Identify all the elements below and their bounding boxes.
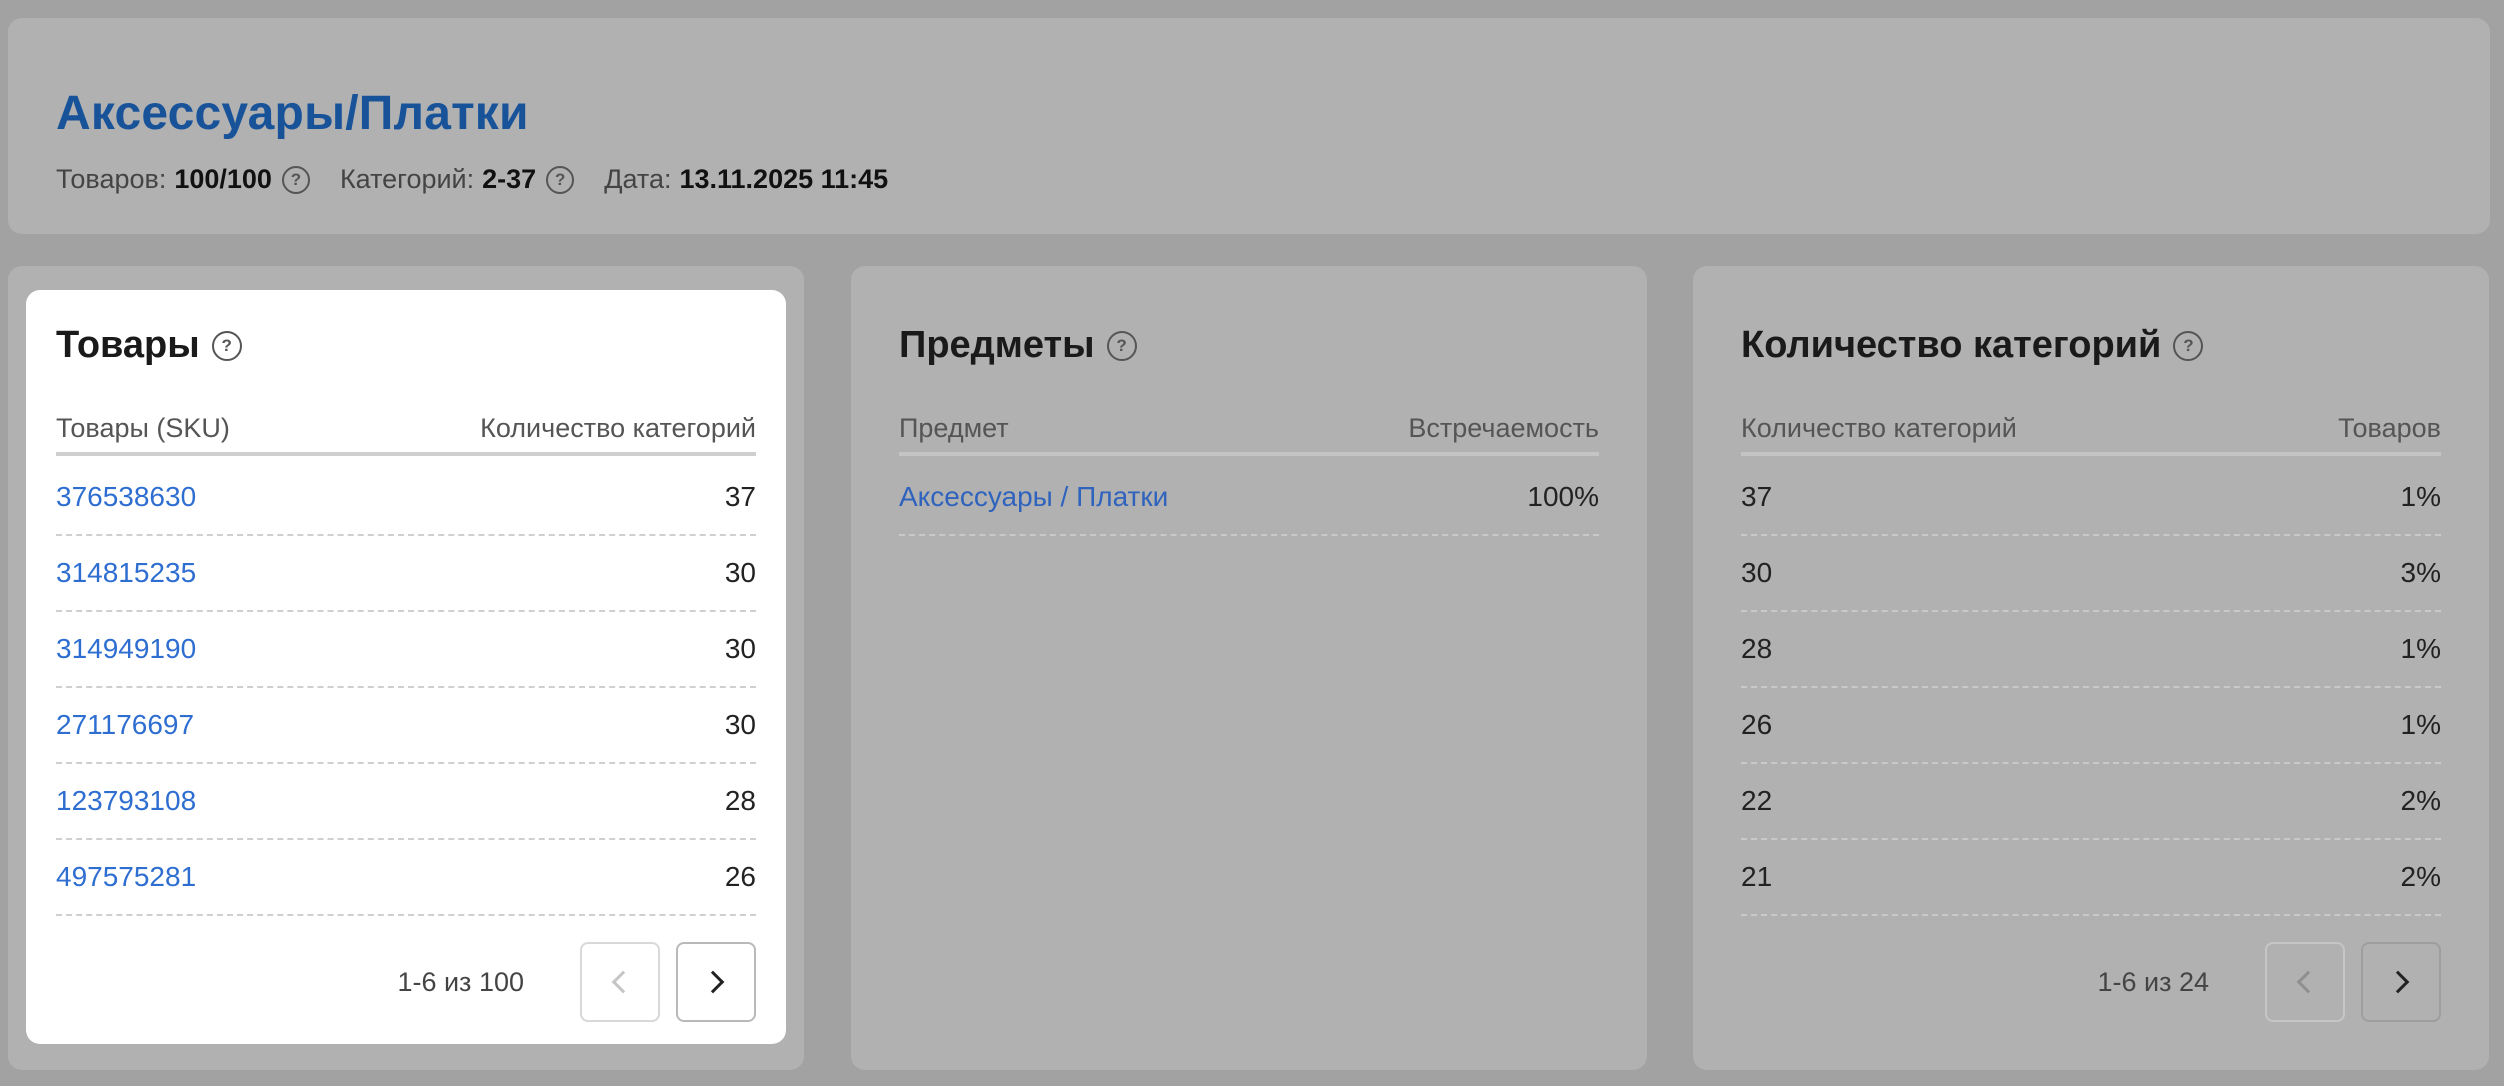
products-title-text: Товары: [56, 324, 200, 366]
column-header-sku: Товары (SKU): [56, 412, 230, 443]
help-icon[interactable]: ?: [281, 165, 310, 194]
table-row: 26 1%: [1741, 688, 2441, 764]
page: Аксессуары/Платки Товаров: 100/100 ? Кат…: [0, 0, 2504, 1086]
products-share-cell: 2%: [2400, 785, 2441, 816]
sku-link[interactable]: 314949190: [56, 633, 196, 665]
table-row: 22 2%: [1741, 764, 2441, 840]
chevron-left-icon: [611, 970, 635, 994]
table-row: 37 1%: [1741, 460, 2441, 536]
products-pagination: 1-6 из 100: [397, 942, 756, 1022]
subjects-table-header: Предмет Встречаемость: [899, 404, 1599, 456]
table-row: 314815235 30: [56, 536, 756, 612]
category-count-title-text: Количество категорий: [1741, 324, 2162, 366]
help-icon[interactable]: ?: [211, 330, 242, 361]
category-count-table-header: Количество категорий Товаров: [1741, 404, 2441, 456]
sku-link[interactable]: 376538630: [56, 481, 196, 513]
help-icon[interactable]: ?: [1106, 330, 1137, 361]
subjects-card: Предметы ? Предмет Встречаемость Аксессу…: [869, 290, 1629, 1044]
subjects-panel: Предметы ? Предмет Встречаемость Аксессу…: [851, 266, 1647, 1070]
category-count-card: Количество категорий ? Количество катего…: [1711, 290, 2471, 1044]
table-row: 28 1%: [1741, 612, 2441, 688]
category-count-cell: 22: [1741, 785, 1773, 816]
header-card: Аксессуары/Платки Товаров: 100/100 ? Кат…: [8, 18, 2490, 234]
sku-link[interactable]: 271176697: [56, 709, 194, 741]
prev-page-button[interactable]: [2265, 942, 2345, 1022]
meta-categories: Категорий: 2-37 ?: [339, 164, 575, 195]
meta-products: Товаров: 100/100 ?: [56, 164, 310, 195]
table-row: 21 2%: [1741, 840, 2441, 916]
category-count-cell: 26: [724, 861, 756, 892]
meta-bar: Товаров: 100/100 ? Категорий: 2-37 ? Дат…: [56, 164, 918, 195]
meta-date: Дата: 13.11.2025 11:45: [604, 164, 888, 195]
category-count-cell: 28: [1741, 633, 1773, 664]
products-table-header: Товары (SKU) Количество категорий: [56, 404, 756, 456]
category-count-cell: 30: [724, 633, 756, 664]
next-page-button[interactable]: [676, 942, 756, 1022]
column-header-subject: Предмет: [899, 412, 1009, 443]
category-count-pagination: 1-6 из 24: [2097, 942, 2441, 1022]
help-icon[interactable]: ?: [2173, 330, 2204, 361]
chevron-right-icon: [2386, 970, 2410, 994]
meta-products-value: 100/100: [174, 164, 272, 194]
column-header-category-count: Количество категорий: [480, 412, 756, 443]
products-card: Товары ? Товары (SKU) Количество категор…: [26, 290, 786, 1044]
subject-link[interactable]: Аксессуары / Платки: [899, 481, 1168, 513]
meta-categories-label: Категорий:: [339, 164, 475, 194]
subjects-table-body: Аксессуары / Платки 100%: [899, 460, 1599, 536]
category-count-table-body: 37 1% 30 3% 28 1% 26 1% 22 2% 21 2%: [1741, 460, 2441, 916]
meta-categories-value: 2-37: [482, 164, 537, 194]
products-share-cell: 1%: [2400, 481, 2441, 512]
pagination-range: 1-6 из 24: [2097, 966, 2209, 997]
category-count-cell: 28: [724, 785, 756, 816]
products-share-cell: 3%: [2400, 557, 2441, 588]
category-count-panel: Количество категорий ? Количество катего…: [1693, 266, 2489, 1070]
category-count-cell: 21: [1741, 861, 1773, 892]
products-share-cell: 2%: [2400, 861, 2441, 892]
category-count-cell: 37: [1741, 481, 1773, 512]
products-title: Товары ?: [56, 324, 242, 367]
table-row: 376538630 37: [56, 460, 756, 536]
subjects-title: Предметы ?: [899, 324, 1137, 367]
table-row: Аксессуары / Платки 100%: [899, 460, 1599, 536]
table-row: 314949190 30: [56, 612, 756, 688]
table-row: 123793108 28: [56, 764, 756, 840]
table-row: 497575281 26: [56, 840, 756, 916]
pagination-range: 1-6 из 100: [397, 966, 524, 997]
chevron-left-icon: [2296, 970, 2320, 994]
products-share-cell: 1%: [2400, 633, 2441, 664]
column-header-category-count: Количество категорий: [1741, 412, 2017, 443]
category-count-cell: 37: [724, 481, 756, 512]
sku-link[interactable]: 497575281: [56, 861, 196, 893]
category-count-cell: 30: [1741, 557, 1773, 588]
column-header-products: Товаров: [2338, 412, 2441, 443]
category-count-cell: 30: [724, 709, 756, 740]
page-title: Аксессуары/Платки: [56, 87, 529, 140]
category-count-cell: 26: [1741, 709, 1773, 740]
category-count-cell: 30: [724, 557, 756, 588]
meta-products-label: Товаров:: [56, 164, 167, 194]
help-icon[interactable]: ?: [546, 165, 575, 194]
products-share-cell: 1%: [2400, 709, 2441, 740]
products-table-body: 376538630 37 314815235 30 314949190 30 2…: [56, 460, 756, 916]
category-count-title: Количество категорий ?: [1741, 324, 2204, 367]
sku-link[interactable]: 123793108: [56, 785, 196, 817]
chevron-right-icon: [701, 970, 725, 994]
subjects-title-text: Предметы: [899, 324, 1095, 366]
prev-page-button[interactable]: [580, 942, 660, 1022]
table-row: 30 3%: [1741, 536, 2441, 612]
meta-date-label: Дата:: [604, 164, 672, 194]
occurrence-cell: 100%: [1527, 481, 1599, 512]
next-page-button[interactable]: [2361, 942, 2441, 1022]
sku-link[interactable]: 314815235: [56, 557, 196, 589]
meta-date-value: 13.11.2025 11:45: [679, 164, 889, 194]
column-header-occurrence: Встречаемость: [1408, 412, 1599, 443]
table-row: 271176697 30: [56, 688, 756, 764]
products-panel: Товары ? Товары (SKU) Количество категор…: [8, 266, 804, 1070]
